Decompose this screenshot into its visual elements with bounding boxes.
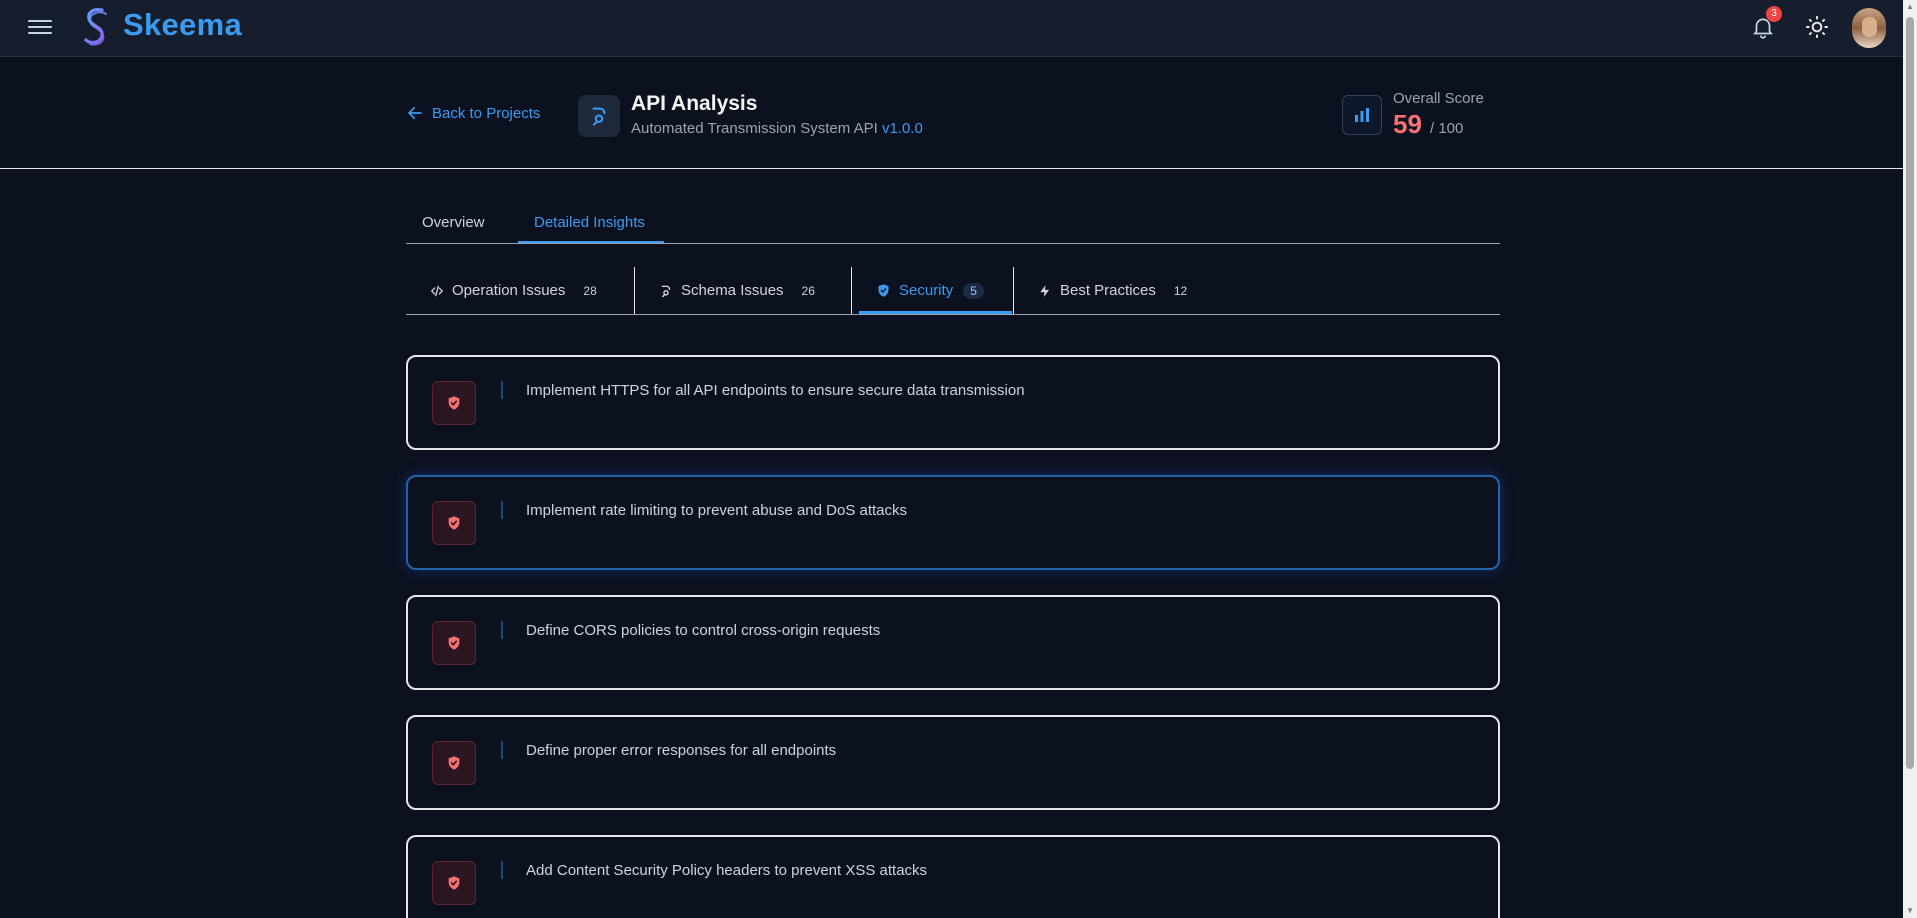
app-name[interactable]: Skeema — [123, 7, 242, 43]
page-title: API Analysis — [631, 92, 758, 115]
arrow-left-icon — [407, 106, 422, 120]
security-issue-card[interactable]: Add Content Security Policy headers to p… — [406, 835, 1500, 918]
tab-operation-issues[interactable]: Operation Issues 28 — [406, 267, 634, 314]
tab-count: 12 — [1173, 283, 1188, 298]
page-scrollbar[interactable]: ▲ ▼ — [1903, 0, 1917, 918]
shield-alert-icon — [432, 381, 476, 425]
back-to-projects-link[interactable]: Back to Projects — [406, 104, 540, 122]
skeema-logo-icon — [84, 8, 108, 46]
shield-alert-icon — [432, 861, 476, 905]
card-separator — [501, 741, 503, 759]
tab-count: 28 — [583, 283, 597, 298]
shield-alert-icon — [432, 501, 476, 545]
top-navbar: Skeema 3 — [0, 0, 1903, 57]
main-tabs: Overview Detailed Insights — [406, 200, 1500, 244]
user-avatar[interactable] — [1852, 8, 1886, 48]
security-issue-card[interactable]: Implement rate limiting to prevent abuse… — [406, 475, 1500, 570]
back-label: Back to Projects — [432, 104, 541, 122]
tab-count: 26 — [801, 283, 815, 298]
schema-icon — [661, 285, 671, 297]
api-name: Automated Transmission System API — [631, 120, 878, 137]
tab-label: Security — [899, 282, 954, 299]
score-label: Overall Score — [1393, 90, 1484, 107]
tab-overview[interactable]: Overview — [422, 214, 485, 231]
scroll-down-icon[interactable]: ▼ — [1906, 907, 1914, 915]
card-separator — [501, 621, 503, 639]
insight-category-tabs: Operation Issues 28 Schema Issues 26 Sec… — [406, 267, 1500, 315]
score-value: 59 — [1393, 109, 1422, 139]
active-subtab-indicator — [859, 311, 1012, 314]
security-issue-card[interactable]: Implement HTTPS for all API endpoints to… — [406, 355, 1500, 450]
menu-icon[interactable] — [28, 16, 52, 38]
tab-label: Best Practices — [1060, 282, 1156, 299]
tab-detailed-insights[interactable]: Detailed Insights — [534, 214, 645, 231]
issue-text: Define CORS policies to control cross-or… — [526, 622, 881, 639]
notification-badge: 3 — [1766, 6, 1782, 22]
tab-count: 5 — [963, 282, 984, 299]
page-header: Back to Projects API Analysis Automated … — [0, 57, 1903, 169]
issue-text: Add Content Security Policy headers to p… — [526, 862, 928, 879]
sun-icon[interactable] — [1804, 14, 1830, 40]
tab-label: Operation Issues — [452, 282, 566, 299]
security-issue-card[interactable]: Define proper error responses for all en… — [406, 715, 1500, 810]
tab-label: Schema Issues — [681, 282, 784, 299]
app-root: Skeema 3 Back to Projects API Analysis A… — [0, 0, 1917, 918]
issue-text: Define proper error responses for all en… — [526, 742, 837, 759]
card-separator — [501, 861, 503, 879]
tab-best-practices[interactable]: Best Practices 12 — [1014, 267, 1214, 314]
bar-chart-icon — [1342, 95, 1382, 135]
security-issue-card[interactable]: Define CORS policies to control cross-or… — [406, 595, 1500, 690]
api-icon — [578, 95, 620, 137]
scroll-up-icon[interactable]: ▲ — [1906, 3, 1914, 11]
issue-text: Implement rate limiting to prevent abuse… — [526, 502, 908, 519]
api-subtitle: Automated Transmission System API v1.0.0 — [631, 120, 923, 137]
scroll-thumb[interactable] — [1906, 17, 1914, 769]
card-separator — [501, 381, 503, 399]
code-icon — [430, 285, 444, 296]
shield-alert-icon — [432, 621, 476, 665]
tab-schema-issues[interactable]: Schema Issues 26 — [635, 267, 851, 314]
tab-security[interactable]: Security 5 — [852, 267, 1012, 314]
active-tab-indicator — [518, 241, 664, 243]
bolt-icon — [1040, 284, 1050, 297]
shield-check-icon — [878, 284, 889, 297]
card-separator — [501, 501, 503, 519]
shield-alert-icon — [432, 741, 476, 785]
issue-text: Implement HTTPS for all API endpoints to… — [526, 382, 1025, 399]
score-max: / 100 — [1430, 120, 1464, 137]
api-version: v1.0.0 — [881, 120, 923, 137]
